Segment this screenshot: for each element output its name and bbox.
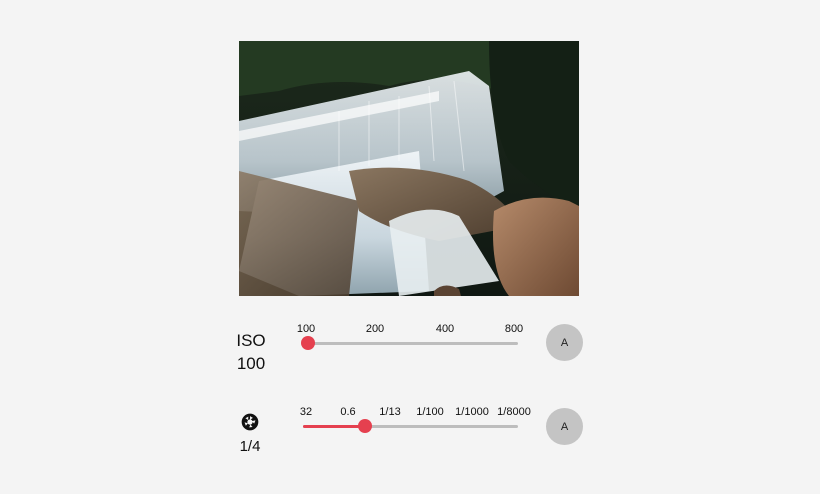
shutter-value: 1/4 bbox=[239, 438, 261, 455]
iso-tick: 100 bbox=[296, 323, 316, 335]
shutter-tick: 1/8000 bbox=[497, 406, 531, 418]
shutter-tick: 1/100 bbox=[416, 406, 444, 418]
shutter-tick: 1/1000 bbox=[455, 406, 489, 418]
shutter-slider-thumb[interactable] bbox=[358, 419, 373, 433]
shutter-tick: 1/13 bbox=[379, 406, 401, 418]
shutter-tick: 0.6 bbox=[340, 406, 356, 418]
iso-tick: 400 bbox=[435, 323, 455, 335]
iso-value: 100 bbox=[236, 354, 266, 373]
shutter-auto-button[interactable]: A bbox=[546, 408, 583, 445]
shutter-tick: 32 bbox=[299, 406, 313, 418]
iso-tick: 200 bbox=[365, 323, 385, 335]
iso-slider-thumb[interactable] bbox=[301, 336, 315, 350]
iso-scale: 100 200 400 800 bbox=[0, 323, 820, 337]
waterfall-photo bbox=[239, 41, 579, 296]
iso-auto-button[interactable]: A bbox=[546, 324, 583, 361]
iso-slider[interactable] bbox=[301, 336, 518, 350]
iso-tick: 800 bbox=[504, 323, 524, 335]
shutter-slider-fill bbox=[303, 425, 366, 428]
shutter-scale: 32 0.6 1/13 1/100 1/1000 1/8000 bbox=[0, 406, 820, 420]
shutter-slider[interactable] bbox=[303, 419, 518, 433]
